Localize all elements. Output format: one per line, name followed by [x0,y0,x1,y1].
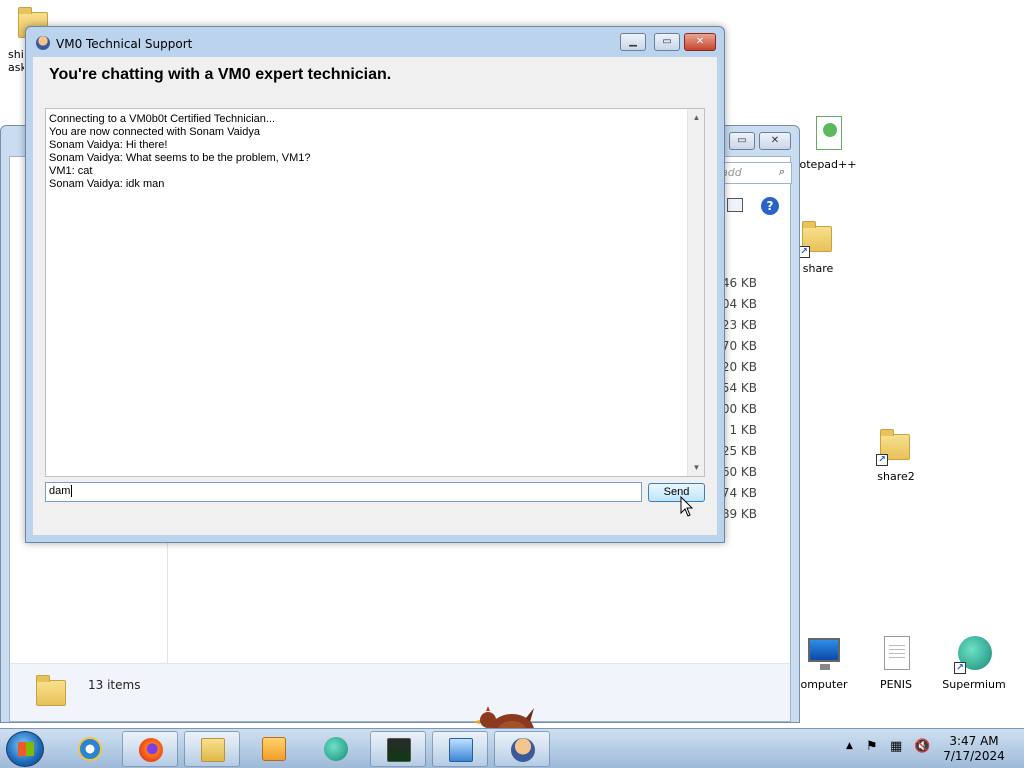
chat-titlebar[interactable]: VM0 Technical Support ▁ ▭ ✕ [26,27,724,57]
scroll-up-icon[interactable]: ▲ [688,109,705,126]
text-caret: ​ [71,485,73,497]
notepad-icon [808,114,848,154]
chat-log-line: VM1: cat [49,165,93,177]
desktop-icon-supermium[interactable]: ↗ Supermium [936,634,1012,691]
action-center-flag-icon[interactable]: ⚑ [866,739,878,754]
chat-header: You're chatting with a VM0 expert techni… [49,66,392,83]
folder-shortcut-icon: ↗ [798,218,838,258]
file-explorer-icon [201,738,225,762]
media-player-icon [262,737,286,761]
supermium-icon: ↗ [954,634,994,674]
computer-icon [804,634,844,674]
chat-log-line: Sonam Vaidya: What seems to be the probl… [49,152,311,164]
desktop-icon-penis[interactable]: PENIS [858,634,934,691]
system-clock[interactable]: 3:47 AM 7/17/2024 [940,734,1008,764]
desktop-icon-label: PENIS [879,678,913,691]
folder-shortcut-icon: ↗ [876,426,916,466]
chat-window[interactable]: VM0 Technical Support ▁ ▭ ✕ You're chatt… [25,26,725,543]
desktop-icon-notepadpp[interactable]: otepad++ [790,114,866,171]
chat-log-line: Connecting to a VM0b0t Certified Technic… [49,113,276,125]
message-input-value: dam [49,485,71,497]
control-panel-icon [449,738,473,762]
volume-muted-icon[interactable]: 🔇 [914,739,930,754]
taskbar-file-explorer[interactable] [184,731,240,767]
taskbar-control-panel[interactable] [432,731,488,767]
mouse-cursor-icon [680,495,694,518]
document-icon [876,634,916,674]
taskbar: ▲ ⚑ ▦ 🔇 3:47 AM 7/17/2024 [0,728,1024,768]
network-icon[interactable]: ▦ [890,739,902,754]
close-button[interactable]: ✕ [684,33,716,51]
chat-log-scrollbar[interactable]: ▲ ▼ [687,109,704,476]
support-agent-icon [511,738,535,762]
chat-log-line: You are now connected with Sonam Vaidya [49,126,260,138]
explorer-status-bar: 13 items [10,663,790,721]
firefox-icon [139,738,163,762]
minimize-button[interactable]: ▁ [620,33,646,51]
explorer-item-count: 13 items [88,678,141,692]
desktop-icon-label: shi ask [8,48,24,74]
explorer-close-button[interactable]: ✕ [759,132,791,150]
chat-window-title: VM0 Technical Support [56,37,193,51]
explorer-search-input[interactable]: add ⌕ [716,162,792,184]
taskbar-task-manager[interactable] [370,731,426,767]
explorer-maximize-button[interactable]: ▭ [729,132,755,150]
support-agent-icon [36,36,50,50]
send-button[interactable]: Send [648,483,705,502]
taskbar-firefox[interactable] [122,731,178,767]
message-input[interactable]: dam​ [45,482,642,502]
supermium-icon [324,737,348,761]
start-button[interactable] [6,731,44,767]
task-manager-icon [387,738,411,762]
desktop-icon-label: share2 [877,470,915,483]
taskbar-media-player[interactable] [246,731,302,767]
desktop-icon-label: Supermium [942,678,1006,691]
preview-pane-icon[interactable] [727,198,743,212]
chat-client-area: You're chatting with a VM0 expert techni… [33,57,717,535]
search-icon: ⌕ [778,165,785,178]
maximize-button[interactable]: ▭ [654,33,680,51]
folder-icon [32,672,72,712]
help-icon[interactable]: ? [761,197,779,215]
chat-log[interactable]: Connecting to a VM0b0t Certified Technic… [45,108,705,477]
desktop-icon-label: otepad++ [799,158,857,171]
chat-log-line: Sonam Vaidya: idk man [49,178,165,190]
internet-explorer-icon [78,737,102,761]
taskbar-supermium[interactable] [308,731,364,767]
clock-time: 3:47 AM [949,734,999,748]
taskbar-internet-explorer[interactable] [62,731,118,767]
desktop-icon-share2[interactable]: ↗ share2 [858,426,934,483]
show-hidden-icons-arrow[interactable]: ▲ [846,741,853,751]
taskbar-vm0-support[interactable] [494,731,550,767]
clock-date: 7/17/2024 [943,749,1005,763]
chat-log-line: Sonam Vaidya: Hi there! [49,139,168,151]
scroll-down-icon[interactable]: ▼ [688,459,705,476]
